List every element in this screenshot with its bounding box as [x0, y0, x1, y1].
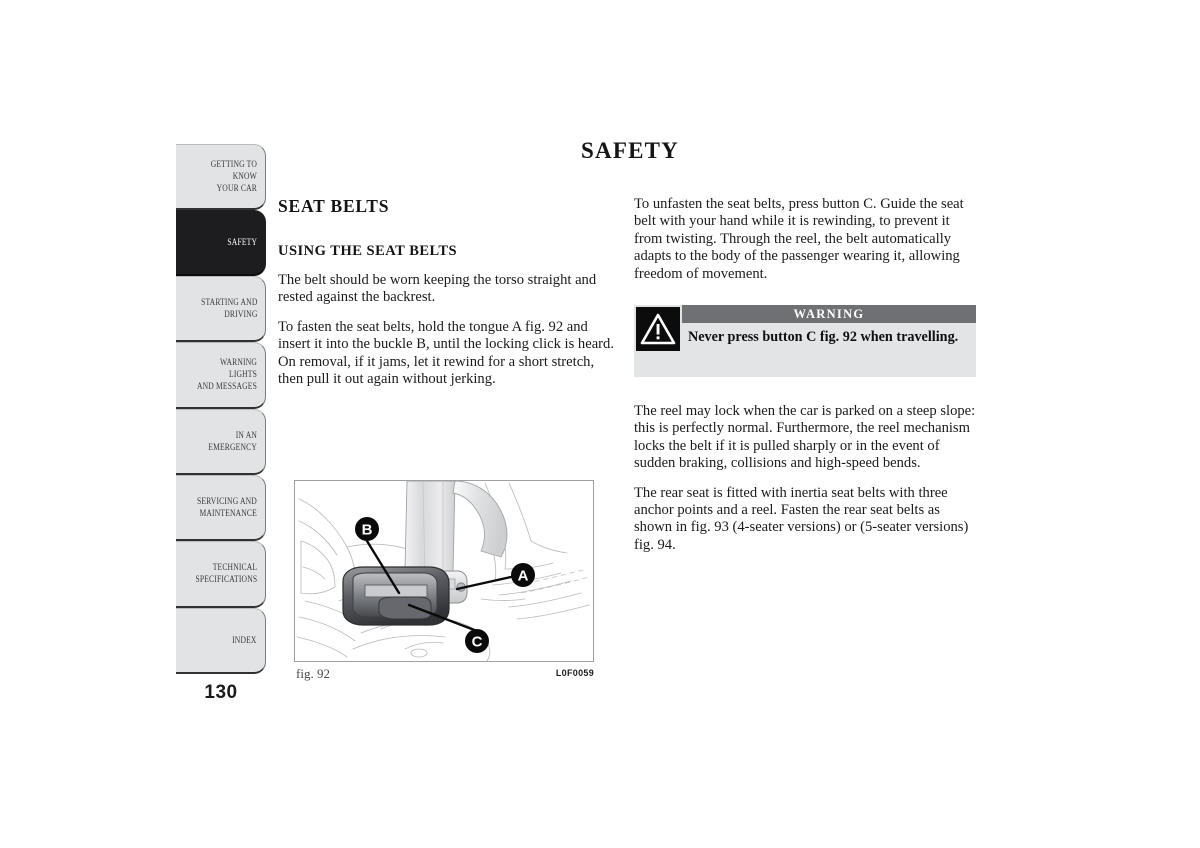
- warning-box: WARNING Never press button C fig. 92 whe…: [634, 305, 976, 378]
- figure-92: B A C fig. 92 L0F0059: [294, 480, 594, 682]
- paragraph: The reel may lock when the car is parked…: [634, 403, 976, 472]
- paragraph: The belt should be worn keeping the tors…: [278, 272, 597, 306]
- sub-heading: USING THE SEAT BELTS: [278, 243, 458, 259]
- paragraph: To fasten the seat belts, hold the tongu…: [278, 318, 614, 388]
- sidebar-item-starting-and-driving[interactable]: STARTING AND DRIVING: [176, 276, 266, 342]
- section-heading: SEAT BELTS: [278, 196, 390, 216]
- paragraph: To unfasten the seat belts, press button…: [634, 196, 964, 282]
- figure-label: fig. 92: [296, 666, 330, 681]
- sidebar-item-label: TECHNICAL SPECIFICATIONS: [195, 563, 257, 585]
- page-number: 130: [204, 682, 238, 703]
- right-text-column: To unfasten the seat belts, press button…: [634, 196, 976, 554]
- svg-text:C: C: [472, 634, 483, 651]
- warning-text: Never press button C fig. 92 when travel…: [688, 329, 959, 346]
- sidebar-item-label: SAFETY: [227, 237, 257, 248]
- sidebar-item-label: IN AN EMERGENCY: [208, 430, 257, 453]
- sidebar-item-label: STARTING AND DRIVING: [200, 297, 257, 320]
- sidebar-item-label: GETTING TO KNOW YOUR CAR: [210, 159, 257, 194]
- warning-header-bar: WARNING: [682, 305, 976, 324]
- left-text-column: SEAT BELTS USING THE SEAT BELTS The belt…: [278, 196, 618, 388]
- sidebar-item-in-an-emergency[interactable]: IN AN EMERGENCY: [176, 409, 266, 475]
- sidebar-item-label: WARNING LIGHTS AND MESSAGES: [197, 358, 257, 392]
- sidebar-item-label: SERVICING AND MAINTENANCE: [197, 496, 257, 519]
- warning-body: Never press button C fig. 92 when travel…: [682, 323, 976, 356]
- svg-text:A: A: [518, 568, 529, 585]
- sidebar-item-safety[interactable]: SAFETY: [176, 210, 266, 276]
- figure-code: L0F0059: [555, 668, 594, 678]
- sidebar-item-index[interactable]: INDEX: [176, 608, 266, 674]
- paragraph: The rear seat is fitted with inertia sea…: [634, 484, 969, 553]
- manual-page: SAFETY GETTING TO KNOW YOUR CAR SAFETY S…: [0, 0, 1200, 848]
- sidebar-item-label: INDEX: [232, 635, 257, 646]
- sidebar-item-getting-to-know-your-car[interactable]: GETTING TO KNOW YOUR CAR: [176, 144, 266, 210]
- figure-caption-row: fig. 92 L0F0059: [294, 666, 594, 682]
- sidebar-item-warning-lights-and-messages[interactable]: WARNING LIGHTS AND MESSAGES: [176, 342, 266, 409]
- sidebar-tabs: GETTING TO KNOW YOUR CAR SAFETY STARTING…: [176, 144, 266, 674]
- warning-triangle-icon: [636, 307, 680, 352]
- warning-header-label: WARNING: [793, 306, 865, 321]
- sidebar-item-servicing-and-maintenance[interactable]: SERVICING AND MAINTENANCE: [176, 475, 266, 541]
- svg-text:B: B: [362, 522, 373, 539]
- sidebar-item-technical-specifications[interactable]: TECHNICAL SPECIFICATIONS: [176, 541, 266, 608]
- page-title: SAFETY: [581, 138, 679, 163]
- figure-image: B A C: [294, 480, 594, 662]
